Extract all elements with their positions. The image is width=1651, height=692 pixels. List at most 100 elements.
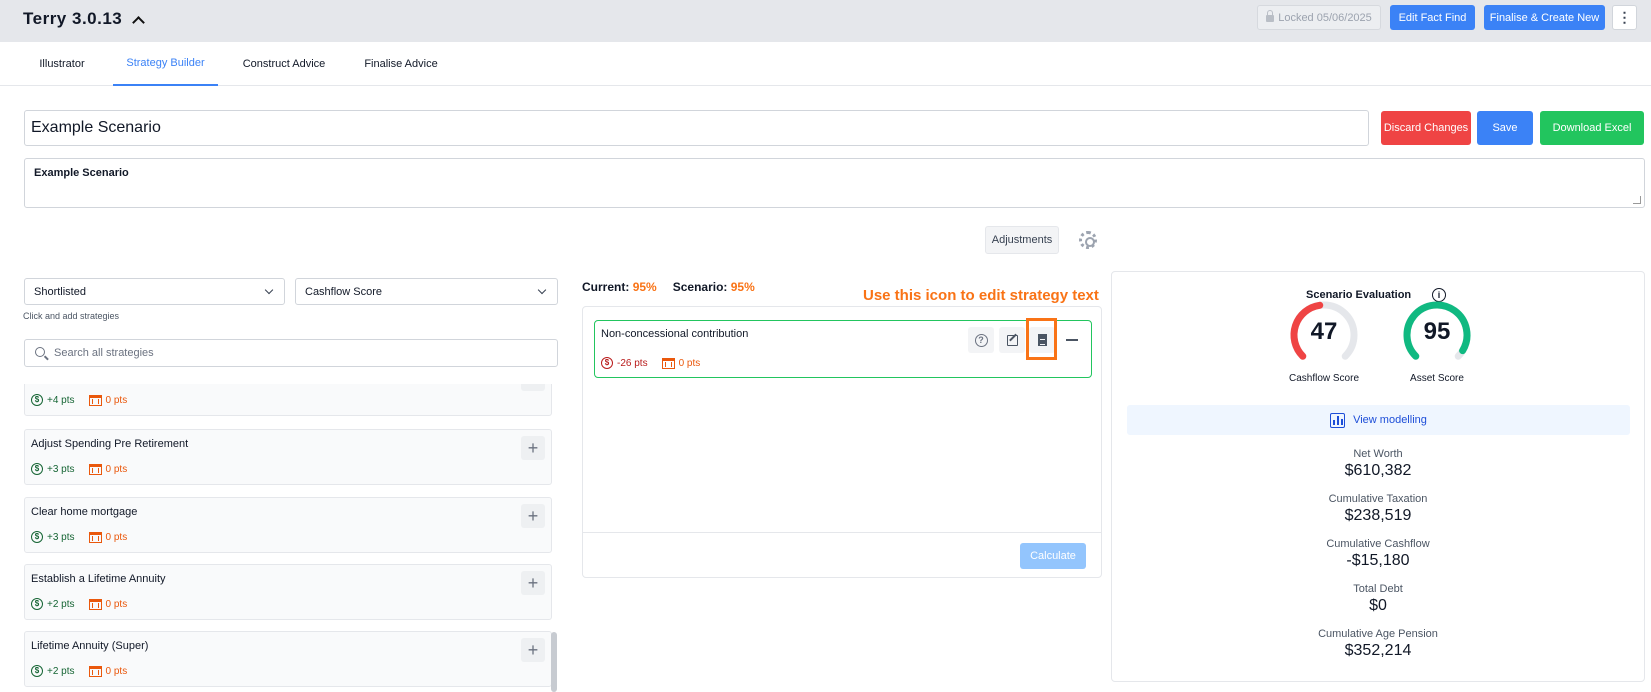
edit-button[interactable] xyxy=(999,327,1025,353)
cashflow-points: $ -26 pts xyxy=(601,357,648,369)
metric-cumulative-taxation: Cumulative Taxation $238,519 xyxy=(1112,493,1644,525)
current-score: Current: 95% xyxy=(582,280,657,294)
strategy-card[interactable]: $ +4 pts 0 pts + xyxy=(24,384,552,416)
strategy-points: $ +3 pts 0 pts xyxy=(31,531,127,543)
strategy-card[interactable]: Lifetime Annuity (Super) $ +2 pts 0 pts + xyxy=(24,631,552,687)
add-strategy-button[interactable]: + xyxy=(521,504,545,528)
selected-strategy-points: $ -26 pts 0 pts xyxy=(601,357,700,369)
remove-strategy-button[interactable] xyxy=(1059,327,1085,353)
edit-fact-find-button[interactable]: Edit Fact Find xyxy=(1390,5,1475,30)
strategy-card[interactable]: Establish a Lifetime Annuity $ +2 pts 0 p… xyxy=(24,564,552,620)
scenario-description-text: Example Scenario xyxy=(34,167,129,179)
more-options-icon[interactable]: ⋮ xyxy=(1612,5,1637,30)
cashflow-points: $ +2 pts xyxy=(31,598,75,610)
tab-strategy-builder[interactable]: Strategy Builder xyxy=(113,42,218,86)
sort-select-value: Cashflow Score xyxy=(305,285,383,298)
scenario-description-textarea[interactable]: Example Scenario xyxy=(24,158,1645,208)
dollar-icon: $ xyxy=(31,463,43,475)
tab-illustrator[interactable]: Illustrator xyxy=(23,42,101,86)
view-modelling-button[interactable]: View modelling xyxy=(1127,405,1630,435)
cashflow-points-value: -26 pts xyxy=(617,357,648,369)
help-button[interactable]: ? xyxy=(968,327,994,353)
metric-value: $0 xyxy=(1369,597,1387,614)
finalise-create-new-button[interactable]: Finalise & Create New xyxy=(1484,5,1605,30)
cashflow-points: $ +3 pts xyxy=(31,531,75,543)
annotation-highlight-box xyxy=(1026,318,1057,360)
strategy-card[interactable]: Clear home mortgage $ +3 pts 0 pts + xyxy=(24,497,552,553)
asset-points-value: 0 pts xyxy=(105,394,128,406)
bank-icon xyxy=(88,394,102,406)
save-button[interactable]: Save xyxy=(1477,111,1533,145)
strategy-list[interactable]: $ +4 pts 0 pts + Adjust Spending Pre Reti… xyxy=(24,384,559,692)
cashflow-points: $ +2 pts xyxy=(31,665,75,677)
annotation-callout: Use this icon to edit strategy text xyxy=(863,287,1099,304)
edit-icon xyxy=(1006,334,1018,346)
metric-label: Cumulative Age Pension xyxy=(1318,628,1438,640)
strategy-title: Establish a Lifetime Annuity xyxy=(31,573,166,585)
chevron-up-icon[interactable] xyxy=(132,15,146,29)
metric-label: Cumulative Cashflow xyxy=(1326,538,1430,550)
asset-points: 0 pts xyxy=(661,357,700,369)
strategy-points: $ +2 pts 0 pts xyxy=(31,598,127,610)
locked-label: Locked 05/06/2025 xyxy=(1278,11,1372,24)
score-comparison: Current: 95% Scenario: 95% xyxy=(582,280,755,294)
cashflow-points-value: +4 pts xyxy=(47,394,75,406)
asset-points: 0 pts xyxy=(88,531,128,543)
bank-icon xyxy=(88,598,102,610)
scenario-value: 95% xyxy=(730,280,755,294)
panel-divider xyxy=(583,532,1101,533)
asset-points-value: 0 pts xyxy=(105,665,128,677)
asset-points: 0 pts xyxy=(88,463,127,475)
chart-icon xyxy=(1330,412,1346,428)
lock-icon xyxy=(1266,10,1275,22)
asset-points: 0 pts xyxy=(88,598,127,610)
metric-net-worth: Net Worth $610,382 xyxy=(1112,448,1644,480)
discard-changes-button[interactable]: Discard Changes xyxy=(1381,111,1471,145)
strategy-points: $ +3 pts 0 pts xyxy=(31,463,127,475)
cashflow-gauge: 47 xyxy=(1289,300,1359,370)
metric-label: Cumulative Taxation xyxy=(1328,493,1428,505)
gear-icon[interactable] xyxy=(1079,231,1097,249)
add-strategy-button[interactable]: + xyxy=(521,436,545,460)
download-excel-button[interactable]: Download Excel xyxy=(1540,111,1644,145)
add-strategy-button[interactable]: + xyxy=(521,571,545,595)
cashflow-score-value: 47 xyxy=(1310,318,1338,345)
metric-label: Net Worth xyxy=(1353,448,1403,460)
shortlist-select[interactable]: Shortlisted xyxy=(24,278,285,305)
strategy-points: $ +2 pts 0 pts xyxy=(31,665,127,677)
dollar-icon: $ xyxy=(31,394,43,406)
list-scrollbar[interactable] xyxy=(551,632,557,692)
strategy-title: Lifetime Annuity (Super) xyxy=(31,640,149,652)
dollar-icon: $ xyxy=(31,531,43,543)
scenario-name-input[interactable]: Example Scenario xyxy=(24,110,1369,146)
strategy-card[interactable]: Adjust Spending Pre Retirement $ +3 pts 0… xyxy=(24,429,552,485)
asset-points-value: 0 pts xyxy=(105,531,128,543)
scenario-evaluation-panel: Scenario Evaluation i 47 Cashflow Score … xyxy=(1111,271,1645,682)
metric-value: $352,214 xyxy=(1344,642,1412,659)
cashflow-points-value: +3 pts xyxy=(47,531,75,543)
minus-icon xyxy=(1066,339,1078,341)
calculate-button[interactable]: Calculate xyxy=(1020,543,1086,569)
cashflow-score-label: Cashflow Score xyxy=(1288,373,1360,384)
selected-strategy-card[interactable]: Non-concessional contribution $ -26 pts 0… xyxy=(594,320,1092,378)
metric-value: -$15,180 xyxy=(1346,552,1410,569)
client-title[interactable]: Terry 3.0.13 xyxy=(23,9,146,29)
asset-points: 0 pts xyxy=(88,394,128,406)
strategy-search-input[interactable]: Search all strategies xyxy=(24,339,558,367)
add-strategy-button[interactable]: + xyxy=(521,384,545,391)
metric-value: $610,382 xyxy=(1344,462,1412,479)
tab-construct-advice[interactable]: Construct Advice xyxy=(236,42,332,86)
adjustments-button[interactable]: Adjustments xyxy=(985,226,1059,254)
tab-finalise-advice[interactable]: Finalise Advice xyxy=(355,42,447,86)
scenario-score: Scenario: 95% xyxy=(673,280,755,294)
sort-select[interactable]: Cashflow Score xyxy=(295,278,558,305)
add-strategy-button[interactable]: + xyxy=(521,638,545,662)
resize-handle-icon[interactable] xyxy=(1633,196,1641,204)
asset-points: 0 pts xyxy=(88,665,128,677)
strategy-points: $ +4 pts 0 pts xyxy=(31,394,127,406)
search-placeholder: Search all strategies xyxy=(54,347,154,359)
cashflow-points-value: +2 pts xyxy=(47,598,75,610)
chevron-down-icon xyxy=(264,285,274,295)
locked-badge: Locked 05/06/2025 xyxy=(1257,5,1381,30)
tab-bar: Illustrator Strategy Builder Construct A… xyxy=(0,42,1651,86)
